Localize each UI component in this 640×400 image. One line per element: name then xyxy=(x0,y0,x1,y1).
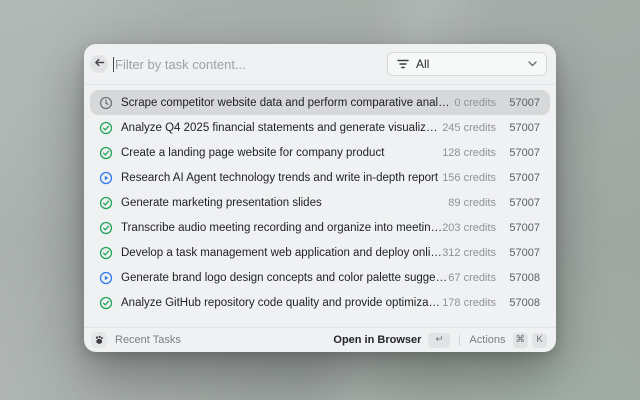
task-text: Research AI Agent technology trends and … xyxy=(121,172,442,184)
task-credits: 203 credits xyxy=(442,222,496,234)
task-text: Generate brand logo design concepts and … xyxy=(121,272,448,284)
task-row[interactable]: Develop a task management web applicatio… xyxy=(90,240,550,265)
check-circle-icon xyxy=(99,296,113,310)
check-circle-icon xyxy=(99,221,113,235)
task-text: Analyze GitHub repository code quality a… xyxy=(121,297,442,309)
filter-dropdown-value: All xyxy=(416,57,521,71)
task-credits: 0 credits xyxy=(454,97,496,109)
check-circle-icon xyxy=(99,246,113,260)
task-text: Generate marketing presentation slides xyxy=(121,197,448,209)
k-key: K xyxy=(532,333,547,348)
task-credits: 245 credits xyxy=(442,122,496,134)
task-id: 57008 xyxy=(504,297,540,309)
task-id: 57007 xyxy=(504,222,540,234)
task-id: 57007 xyxy=(504,247,540,259)
arrow-left-icon xyxy=(94,55,105,73)
filter-dropdown[interactable]: All xyxy=(387,52,547,76)
palette-footer: Recent Tasks Open in Browser ↵ Actions ⌘… xyxy=(84,327,556,352)
task-row[interactable]: Analyze Q4 2025 financial statements and… xyxy=(90,115,550,140)
footer-divider xyxy=(459,335,460,346)
task-row[interactable]: Transcribe audio meeting recording and o… xyxy=(90,215,550,240)
task-credits: 312 credits xyxy=(442,247,496,259)
task-text: Create a landing page website for compan… xyxy=(121,147,442,159)
task-text: Develop a task management web applicatio… xyxy=(121,247,442,259)
task-list: Scrape competitor website data and perfo… xyxy=(84,85,556,327)
task-credits: 67 credits xyxy=(448,272,496,284)
actions-button[interactable]: Actions xyxy=(469,334,505,346)
task-id: 57007 xyxy=(504,122,540,134)
task-id: 57008 xyxy=(504,272,540,284)
check-circle-icon xyxy=(99,196,113,210)
task-id: 57007 xyxy=(504,97,540,109)
task-id: 57007 xyxy=(504,197,540,209)
task-row[interactable]: Create a landing page website for compan… xyxy=(90,140,550,165)
footer-context-label: Recent Tasks xyxy=(115,334,181,346)
task-credits: 156 credits xyxy=(442,172,496,184)
clock-icon xyxy=(99,96,113,110)
task-row[interactable]: Generate brand logo design concepts and … xyxy=(90,265,550,290)
task-credits: 128 credits xyxy=(442,147,496,159)
task-text: Analyze Q4 2025 financial statements and… xyxy=(121,122,442,134)
cmd-key: ⌘ xyxy=(513,333,529,348)
task-row[interactable]: Generate marketing presentation slides89… xyxy=(90,190,550,215)
task-text: Transcribe audio meeting recording and o… xyxy=(121,222,442,234)
chevron-down-icon xyxy=(528,61,537,67)
task-filter-palette: All Scrape competitor website data and p… xyxy=(84,44,556,352)
app-badge-icon xyxy=(91,332,107,348)
back-button[interactable] xyxy=(90,55,108,73)
task-id: 57007 xyxy=(504,147,540,159)
open-in-browser-button[interactable]: Open in Browser xyxy=(333,334,421,346)
task-text: Scrape competitor website data and perfo… xyxy=(121,97,454,109)
task-row[interactable]: Scrape competitor website data and perfo… xyxy=(90,90,550,115)
search-input[interactable] xyxy=(114,57,387,72)
check-circle-icon xyxy=(99,146,113,160)
filter-lines-icon xyxy=(397,59,409,69)
task-id: 57007 xyxy=(504,172,540,184)
check-circle-icon xyxy=(99,121,113,135)
task-row[interactable]: Research AI Agent technology trends and … xyxy=(90,165,550,190)
return-key: ↵ xyxy=(428,333,450,348)
task-row[interactable]: Analyze GitHub repository code quality a… xyxy=(90,290,550,315)
play-circle-icon xyxy=(99,271,113,285)
palette-header: All xyxy=(84,44,556,85)
task-credits: 89 credits xyxy=(448,197,496,209)
task-credits: 178 credits xyxy=(442,297,496,309)
play-circle-icon xyxy=(99,171,113,185)
